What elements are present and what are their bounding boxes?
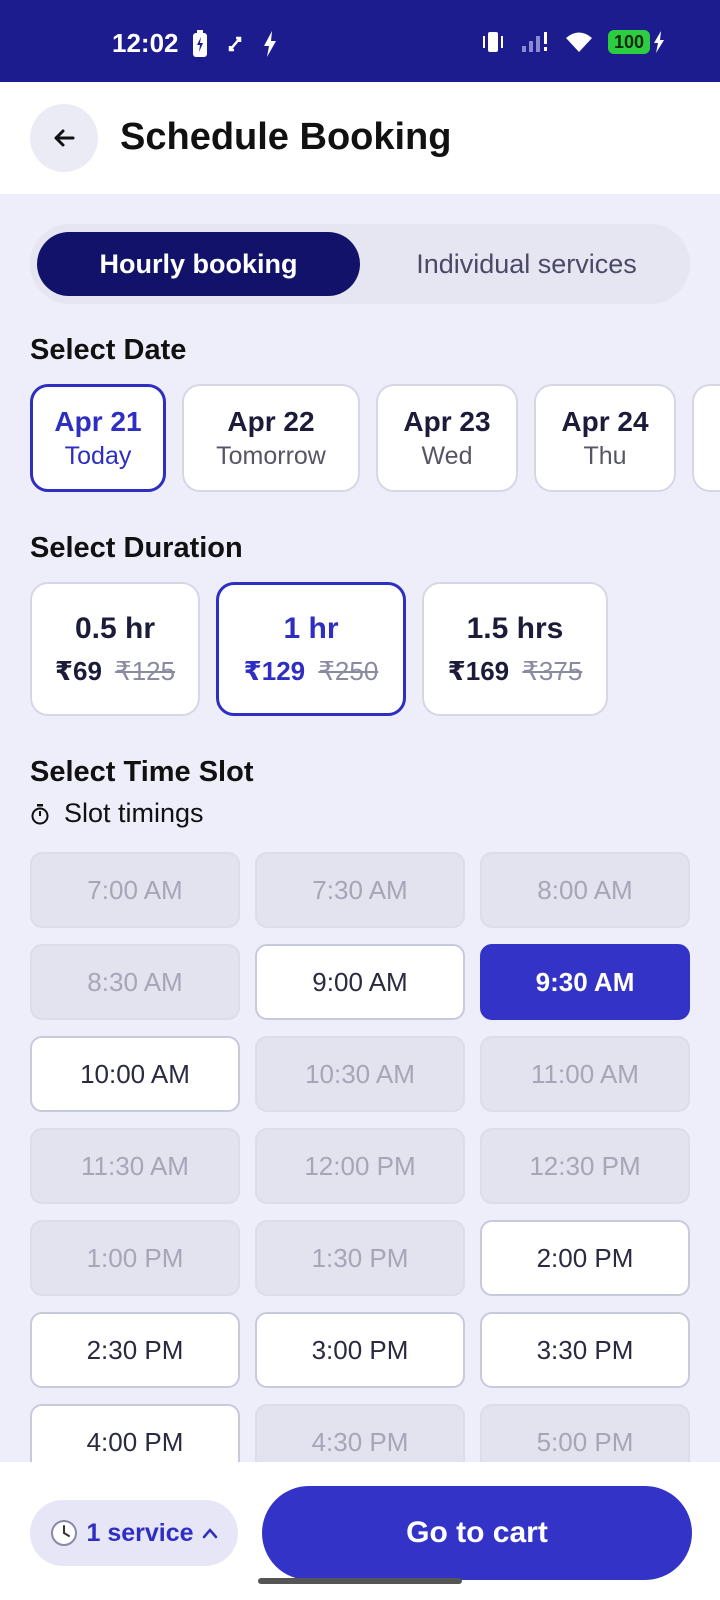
sync-icon [228, 36, 242, 52]
back-button[interactable] [30, 104, 98, 172]
status-time: 12:02 [112, 28, 179, 58]
home-indicator [258, 1578, 462, 1584]
slot-timings-text: Slot timings [64, 798, 204, 828]
service-count-button[interactable]: 1 service [30, 1500, 238, 1566]
time-slot: 7:30 AM [255, 852, 465, 928]
time-slot: 11:00 AM [480, 1036, 690, 1112]
time-slot: 10:30 AM [255, 1036, 465, 1112]
duration-option[interactable]: 1.5 hrs ₹169 ₹375 [422, 582, 608, 716]
duration-price: ₹69 [54, 655, 102, 686]
time-slot: 11:30 AM [30, 1128, 240, 1204]
charging-icon [654, 31, 665, 53]
date-label: Apr 23 [403, 405, 491, 437]
duration-price: ₹129 [243, 655, 306, 686]
duration-mrp: ₹375 [522, 655, 583, 686]
time-slot[interactable]: 9:00 AM [255, 944, 465, 1020]
time-slot: 1:00 PM [30, 1220, 240, 1296]
date-chip[interactable]: Apr 23 Wed [376, 384, 518, 492]
chevron-up-icon [202, 1528, 217, 1539]
time-slot: 8:00 AM [480, 852, 690, 928]
date-day: Thu [583, 441, 627, 470]
status-bar: 12:02 100 [0, 0, 720, 82]
date-chip[interactable]: Apr 24 Thu [534, 384, 676, 492]
clock-icon [51, 1520, 78, 1546]
go-to-cart-button[interactable]: Go to cart [262, 1486, 692, 1580]
select-time-slot-title: Select Time Slot [30, 756, 254, 788]
duration-prices: ₹169 ₹375 [448, 656, 583, 687]
service-count-label: 1 service [86, 1518, 194, 1547]
wifi-icon [566, 32, 592, 52]
duration-option[interactable]: 0.5 hr ₹69 ₹125 [30, 582, 200, 716]
time-slot[interactable]: 2:00 PM [480, 1220, 690, 1296]
app-header: Schedule Booking [0, 82, 720, 194]
duration-mrp: ₹125 [115, 655, 176, 686]
battery-saver-icon [193, 30, 207, 57]
time-slot[interactable]: 3:30 PM [480, 1312, 690, 1388]
date-day: Wed [421, 441, 473, 470]
date-day: Today [64, 441, 132, 470]
duration-price: ₹169 [447, 655, 510, 686]
duration-label: 0.5 hr [74, 611, 156, 645]
duration-label: 1.5 hrs [466, 611, 564, 645]
duration-prices: ₹69 ₹125 [55, 656, 175, 687]
duration-prices: ₹129 ₹250 [244, 656, 379, 687]
signal-icon [522, 32, 547, 52]
date-label: Apr 21 [54, 405, 142, 437]
tab-hourly-booking[interactable]: Hourly booking [37, 232, 360, 296]
booking-type-tabs: Hourly booking Individual services [30, 224, 690, 304]
vibrate-icon [483, 32, 503, 52]
time-slot[interactable]: 9:30 AM [480, 944, 690, 1020]
time-slot: 12:00 PM [255, 1128, 465, 1204]
status-left-icons [192, 30, 278, 58]
status-right-icons: 100 [480, 30, 666, 54]
tab-individual-services[interactable]: Individual services [370, 232, 683, 296]
time-slot: 7:00 AM [30, 852, 240, 928]
select-duration-title: Select Duration [30, 532, 243, 564]
battery-indicator: 100 [608, 30, 651, 54]
time-slot[interactable]: 10:00 AM [30, 1036, 240, 1112]
stopwatch-icon [31, 803, 49, 824]
date-chip-partial[interactable] [692, 384, 720, 492]
time-slot: 1:30 PM [255, 1220, 465, 1296]
back-arrow-icon [54, 129, 75, 147]
date-chip[interactable]: Apr 21 Today [30, 384, 166, 492]
time-slot: 8:30 AM [30, 944, 240, 1020]
duration-mrp: ₹250 [318, 655, 379, 686]
date-label: Apr 22 [227, 405, 315, 437]
time-slot[interactable]: 3:00 PM [255, 1312, 465, 1388]
duration-label: 1 hr [283, 611, 339, 645]
date-chip[interactable]: Apr 22 Tomorrow [182, 384, 360, 492]
time-slot: 12:30 PM [480, 1128, 690, 1204]
date-label: Apr 24 [561, 405, 649, 437]
date-day: Tomorrow [216, 441, 326, 470]
duration-option[interactable]: 1 hr ₹129 ₹250 [216, 582, 406, 716]
page-title: Schedule Booking [120, 116, 452, 158]
select-date-title: Select Date [30, 334, 187, 366]
slot-timings-label: Slot timings [30, 798, 204, 829]
time-slot[interactable]: 2:30 PM [30, 1312, 240, 1388]
flash-icon [264, 31, 276, 57]
